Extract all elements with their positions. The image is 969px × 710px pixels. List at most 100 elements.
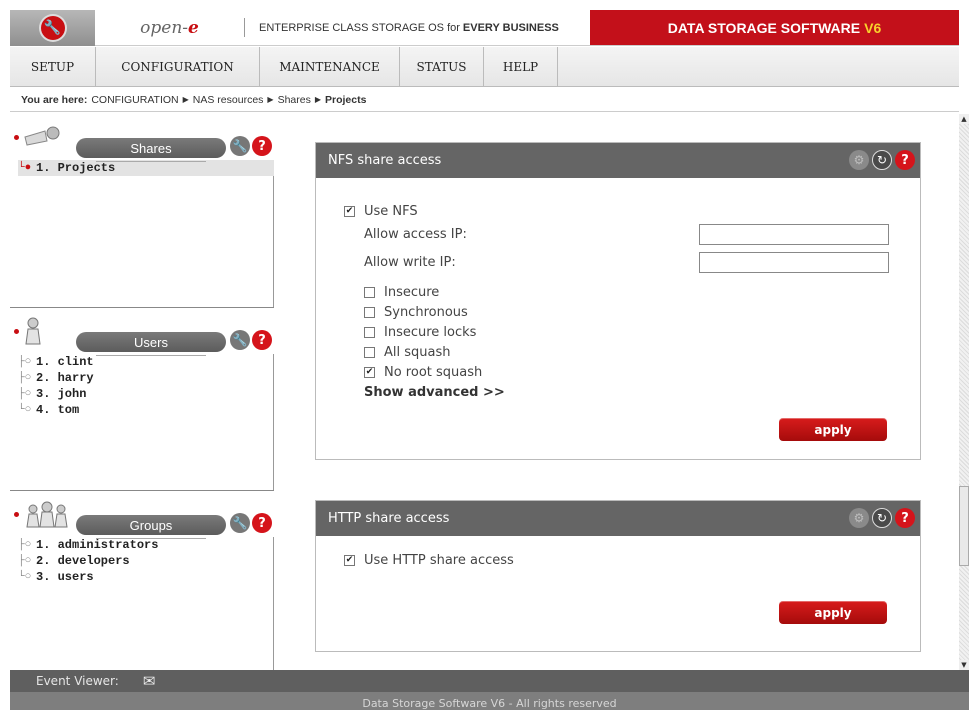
show-advanced-link[interactable]: Show advanced >> xyxy=(364,385,505,400)
vertical-scrollbar[interactable]: ▲ ▼ xyxy=(959,114,969,670)
use-nfs-label: Use NFS xyxy=(364,203,418,219)
option-label: All squash xyxy=(384,344,451,360)
main-nav: SETUP CONFIGURATION MAINTENANCE STATUS H… xyxy=(10,47,959,87)
synchronous-checkbox[interactable] xyxy=(364,306,375,318)
shares-icon xyxy=(14,122,74,152)
product-banner: DATA STORAGE SOFTWARE V6 xyxy=(590,10,959,45)
groups-tab[interactable]: Groups xyxy=(76,515,226,535)
nav-setup[interactable]: SETUP xyxy=(10,47,96,87)
option-insecure: Insecure xyxy=(364,283,439,301)
breadcrumb-shares[interactable]: Shares xyxy=(278,94,311,106)
shares-tree: └● 1. Projects xyxy=(10,160,274,176)
breadcrumb-arrow-icon: ▶ xyxy=(314,95,321,104)
event-viewer-label: Event Viewer: xyxy=(36,674,119,688)
all-squash-checkbox[interactable] xyxy=(364,346,375,358)
scroll-down-icon[interactable]: ▼ xyxy=(959,660,969,670)
tree-item-share[interactable]: └● 1. Projects xyxy=(18,160,274,176)
tree-item-label: 1. clint xyxy=(36,355,94,369)
product-name: DATA STORAGE SOFTWARE xyxy=(667,19,861,36)
http-apply-button[interactable]: apply xyxy=(779,601,887,624)
tree-connector-icon: └○ xyxy=(18,571,32,583)
breadcrumb-configuration[interactable]: CONFIGURATION xyxy=(91,94,178,106)
tree-item-label: 2. developers xyxy=(36,554,130,568)
allow-write-ip-row: Allow write IP: xyxy=(364,253,456,271)
users-help-icon[interactable]: ? xyxy=(252,330,272,350)
use-http-label: Use HTTP share access xyxy=(364,552,514,568)
tree-item-group[interactable]: ├○ 1. administrators xyxy=(18,537,274,553)
use-http-row: ✔ Use HTTP share access xyxy=(344,551,514,569)
tree-connector-icon: ├○ xyxy=(18,372,32,384)
tagline-bold: EVERY BUSINESS xyxy=(462,21,559,34)
users-panel: Users 🔧 ? ├○ 1. clint ├○ 2. harry ├○ 3. … xyxy=(10,308,274,491)
http-section: HTTP share access ⚙ ↻ ? ✔ Use HTTP share… xyxy=(315,500,921,652)
allow-access-ip-input[interactable] xyxy=(699,224,889,245)
app-header: 🔧 open-e ENTERPRISE CLASS STORAGE OS for… xyxy=(10,10,959,46)
use-http-checkbox[interactable]: ✔ xyxy=(344,554,355,566)
nfs-apply-button[interactable]: apply xyxy=(779,418,887,441)
event-viewer-bar: Event Viewer: ✉ xyxy=(10,670,969,692)
nav-maintenance[interactable]: MAINTENANCE xyxy=(260,47,400,87)
tree-item-user[interactable]: └○ 4. tom xyxy=(18,402,274,418)
tree-item-group[interactable]: └○ 3. users xyxy=(18,569,274,585)
tagline-prefix: ENTERPRISE CLASS STORAGE OS for xyxy=(259,21,460,34)
scroll-up-icon[interactable]: ▲ xyxy=(959,114,969,124)
tree-item-label: 1. administrators xyxy=(36,538,159,552)
tree-item-label: 2. harry xyxy=(36,371,94,385)
groups-help-icon[interactable]: ? xyxy=(252,513,272,533)
groups-tree: ├○ 1. administrators ├○ 2. developers └○… xyxy=(10,537,274,585)
no-root-squash-checkbox[interactable]: ✔ xyxy=(364,366,375,378)
settings-icon[interactable]: ⚙ xyxy=(849,150,869,170)
scrollbar-thumb[interactable] xyxy=(959,486,969,566)
insecure-checkbox[interactable] xyxy=(364,286,375,298)
groups-wrench-icon[interactable]: 🔧 xyxy=(230,513,250,533)
help-icon[interactable]: ? xyxy=(895,508,915,528)
shares-help-icon[interactable]: ? xyxy=(252,136,272,156)
http-section-title: HTTP share access xyxy=(328,511,450,526)
brand-text: open- xyxy=(140,17,189,38)
envelope-icon[interactable]: ✉ xyxy=(143,672,156,690)
users-panel-header: Users 🔧 ? xyxy=(10,308,274,356)
breadcrumb-prefix: You are here: xyxy=(21,93,88,106)
logo[interactable]: 🔧 xyxy=(10,10,95,46)
tree-connector-icon: ├○ xyxy=(18,555,32,567)
allow-write-ip-input[interactable] xyxy=(699,252,889,273)
nav-help[interactable]: HELP xyxy=(484,47,558,87)
users-wrench-icon[interactable]: 🔧 xyxy=(230,330,250,350)
refresh-icon[interactable]: ↻ xyxy=(872,508,892,528)
tree-item-label: 3. users xyxy=(36,570,94,584)
help-icon[interactable]: ? xyxy=(895,150,915,170)
use-nfs-checkbox[interactable]: ✔ xyxy=(344,205,355,217)
refresh-icon[interactable]: ↻ xyxy=(872,150,892,170)
tree-connector-icon: ├○ xyxy=(18,388,32,400)
breadcrumb-arrow-icon: ▶ xyxy=(267,95,274,104)
nfs-section: NFS share access ⚙ ↻ ? ✔ Use NFS Allow a… xyxy=(315,142,921,460)
users-tree: ├○ 1. clint ├○ 2. harry ├○ 3. john └○ 4.… xyxy=(10,354,274,418)
option-all-squash: All squash xyxy=(364,343,451,361)
tree-connector-icon: ├○ xyxy=(18,539,32,551)
tree-connector-icon: └● xyxy=(18,162,32,174)
breadcrumb-arrow-icon: ▶ xyxy=(182,95,189,104)
show-advanced-row: Show advanced >> xyxy=(364,383,505,401)
nav-configuration[interactable]: CONFIGURATION xyxy=(96,47,260,87)
tree-item-label: 3. john xyxy=(36,387,87,401)
option-insecure-locks: Insecure locks xyxy=(364,323,476,341)
tree-item-label: 1. Projects xyxy=(36,161,116,175)
tree-item-user[interactable]: ├○ 2. harry xyxy=(18,370,274,386)
shares-wrench-icon[interactable]: 🔧 xyxy=(230,136,250,156)
shares-panel: Shares 🔧 ? └● 1. Projects xyxy=(10,114,274,308)
tree-item-user[interactable]: ├○ 3. john xyxy=(18,386,274,402)
shares-tab[interactable]: Shares xyxy=(76,138,226,158)
breadcrumb-nas-resources[interactable]: NAS resources xyxy=(193,94,264,106)
tree-item-user[interactable]: ├○ 1. clint xyxy=(18,354,274,370)
settings-icon[interactable]: ⚙ xyxy=(849,508,869,528)
users-tab[interactable]: Users xyxy=(76,332,226,352)
tree-item-group[interactable]: ├○ 2. developers xyxy=(18,553,274,569)
copyright-bar: Data Storage Software V6 - All rights re… xyxy=(10,692,969,710)
use-nfs-row: ✔ Use NFS xyxy=(344,202,418,220)
nav-status[interactable]: STATUS xyxy=(400,47,484,87)
http-section-header: HTTP share access ⚙ ↻ ? xyxy=(316,501,920,536)
insecure-locks-checkbox[interactable] xyxy=(364,326,375,338)
option-label: Insecure locks xyxy=(384,324,477,340)
nfs-section-title: NFS share access xyxy=(328,153,442,168)
user-icon xyxy=(14,316,74,346)
